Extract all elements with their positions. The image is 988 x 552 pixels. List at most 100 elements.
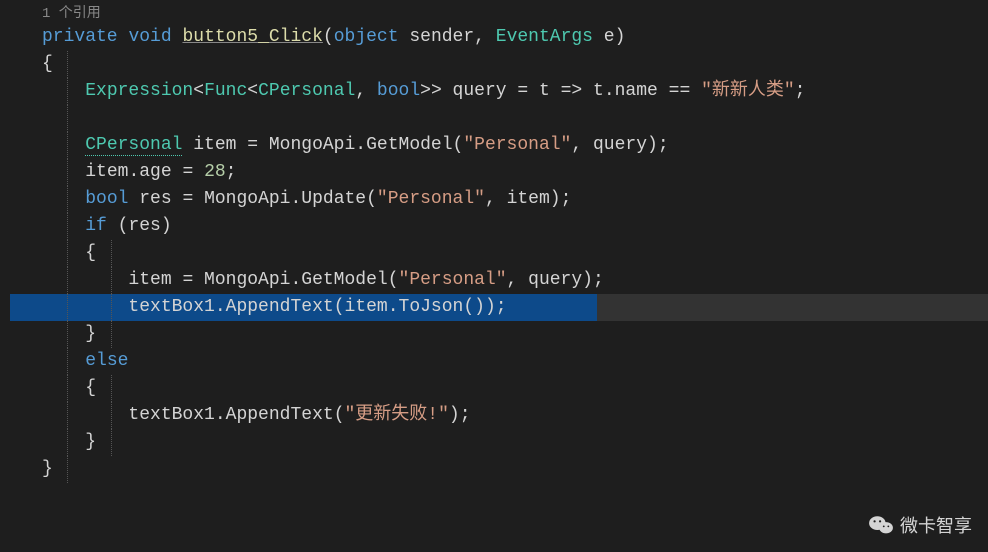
class: MongoApi [269, 135, 355, 155]
method: GetModel [301, 270, 387, 290]
paren: ( [118, 216, 129, 236]
keyword: private [42, 27, 118, 47]
variable: t [539, 81, 550, 101]
brace: } [42, 459, 53, 479]
watermark: 微卡智享 [868, 512, 972, 538]
keyword: bool [377, 81, 420, 101]
paren: ( [334, 405, 345, 425]
punct: . [355, 135, 366, 155]
code-line[interactable]: { [10, 240, 988, 267]
keyword: else [85, 351, 128, 371]
code-line[interactable]: textBox1.AppendText("更新失败!"); [10, 402, 988, 429]
paren: ( [334, 297, 345, 317]
variable: query [453, 81, 507, 101]
punct: . [604, 81, 615, 101]
punct: ; [658, 135, 669, 155]
punct: . [128, 162, 139, 182]
variable: query [593, 135, 647, 155]
paren: ) [582, 270, 593, 290]
paren: ) [647, 135, 658, 155]
punct: , [507, 270, 529, 290]
punct: ; [795, 81, 806, 101]
code-line[interactable]: item.age = 28; [10, 159, 988, 186]
punct: = [172, 189, 204, 209]
keyword: object [334, 27, 399, 47]
code-line[interactable]: private void button5_Click(object sender… [10, 24, 988, 51]
string: "更新失败!" [345, 405, 449, 425]
watermark-text: 微卡智享 [900, 512, 972, 538]
paren: ) [615, 27, 626, 47]
number: 28 [204, 162, 226, 182]
variable: item [507, 189, 550, 209]
paren: ( [388, 270, 399, 290]
variable: textBox1 [128, 405, 214, 425]
method: GetModel [366, 135, 452, 155]
variable: t [593, 81, 604, 101]
punct: = [172, 270, 204, 290]
punct: , [571, 135, 593, 155]
class: MongoApi [204, 189, 290, 209]
punct: ; [561, 189, 572, 209]
variable: res [139, 189, 171, 209]
variable: item [85, 162, 128, 182]
code-line[interactable] [10, 105, 988, 132]
punct: ; [460, 405, 471, 425]
code-line[interactable]: { [10, 375, 988, 402]
code-line[interactable]: } [10, 429, 988, 456]
code-line[interactable]: else [10, 348, 988, 375]
code-line[interactable]: if (res) [10, 213, 988, 240]
keyword: bool [85, 189, 128, 209]
code-line[interactable]: { [10, 51, 988, 78]
variable: item [128, 270, 171, 290]
code-line[interactable]: item = MongoApi.GetModel("Personal", que… [10, 267, 988, 294]
variable: item [345, 297, 388, 317]
type: CPersonal [85, 135, 182, 156]
method: AppendText [226, 405, 334, 425]
code-line[interactable]: } [10, 456, 988, 483]
wechat-icon [868, 514, 894, 536]
paren: ) [550, 189, 561, 209]
brace: { [42, 54, 53, 74]
property: age [139, 162, 171, 182]
paren: ) [449, 405, 460, 425]
param: sender [409, 27, 474, 47]
punct: , [355, 81, 377, 101]
variable: res [128, 216, 160, 236]
param: e [604, 27, 615, 47]
paren: ) [485, 297, 496, 317]
punct: , [474, 27, 496, 47]
paren: () [463, 297, 485, 317]
codelens-references[interactable]: 1 个引用 [10, 0, 988, 24]
paren: ( [323, 27, 334, 47]
method: Update [301, 189, 366, 209]
punct: = [172, 162, 204, 182]
string: "Personal" [463, 135, 571, 155]
code-line[interactable]: Expression<Func<CPersonal, bool>> query … [10, 78, 988, 105]
brace: } [85, 432, 96, 452]
variable: query [528, 270, 582, 290]
punct: . [290, 270, 301, 290]
brace: { [85, 378, 96, 398]
string: "新新人类" [701, 81, 795, 101]
code-line[interactable]: } [10, 321, 988, 348]
code-line-highlighted[interactable]: textBox1.AppendText(item.ToJson()); [10, 294, 988, 321]
punct: < [247, 81, 258, 101]
punct: >> [420, 81, 452, 101]
paren: ( [453, 135, 464, 155]
code-editor[interactable]: 1 个引用 private void button5_Click(object … [0, 0, 988, 552]
punct: ; [226, 162, 237, 182]
type: Func [204, 81, 247, 101]
punct: . [215, 405, 226, 425]
brace: { [85, 243, 96, 263]
code-line[interactable]: CPersonal item = MongoApi.GetModel("Pers… [10, 132, 988, 159]
punct: = [236, 135, 268, 155]
punct: == [658, 81, 701, 101]
string: "Personal" [377, 189, 485, 209]
method-name: button5_Click [182, 27, 322, 47]
string: "Personal" [399, 270, 507, 290]
punct: . [215, 297, 226, 317]
keyword: if [85, 216, 107, 236]
code-line[interactable]: bool res = MongoApi.Update("Personal", i… [10, 186, 988, 213]
punct: . [290, 189, 301, 209]
punct: ; [593, 270, 604, 290]
